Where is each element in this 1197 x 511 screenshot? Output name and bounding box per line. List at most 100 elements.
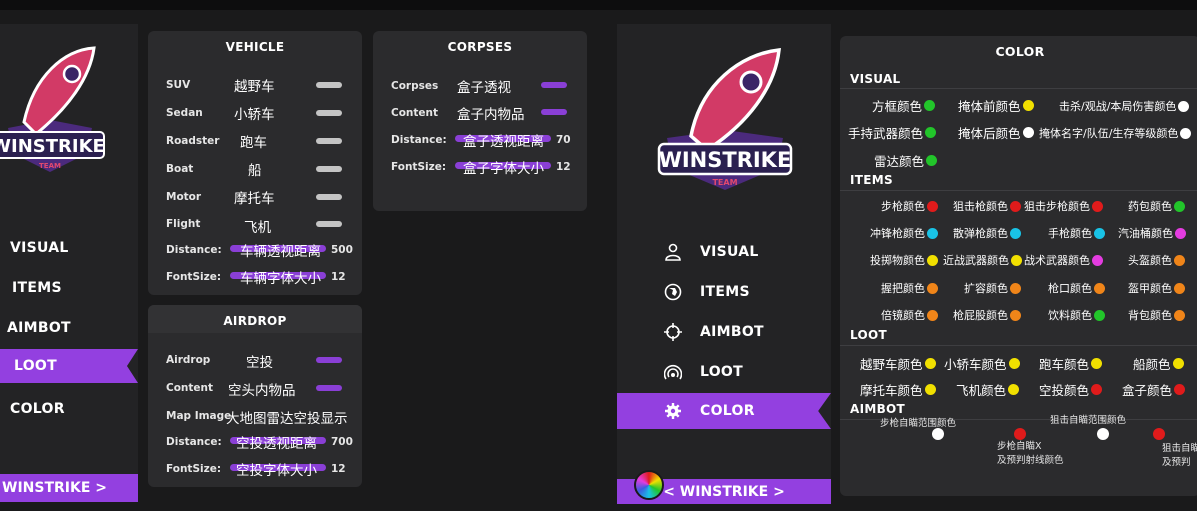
items-color-item[interactable]: 头盔颜色	[1128, 252, 1185, 268]
items-section-title: ITEMS	[850, 173, 893, 187]
sniper-range-color-dot[interactable]	[1097, 428, 1109, 440]
color-dot[interactable]	[927, 282, 938, 294]
rifle-range-color-dot[interactable]	[932, 428, 944, 440]
airdrop-toggle[interactable]	[316, 357, 342, 363]
color-dot[interactable]	[925, 127, 937, 138]
items-color-item[interactable]: 狙击步枪颜色	[1024, 198, 1103, 214]
items-color-item[interactable]: 战术武器颜色	[1024, 252, 1103, 268]
items-color-item[interactable]: 手枪颜色	[1048, 225, 1105, 241]
left-nav-aimbot[interactable]: AIMBOT	[7, 318, 71, 338]
color-dot[interactable]	[924, 358, 936, 369]
color-dot[interactable]	[926, 155, 938, 166]
right-nav-aimbot[interactable]: AIMBOT	[662, 320, 764, 344]
loot-color-item[interactable]: 摩托车颜色	[860, 380, 936, 399]
color-dot[interactable]	[1011, 254, 1022, 266]
corpses-content-toggle[interactable]	[541, 109, 567, 115]
visual-color-item[interactable]: 击杀/观战/本局伤害颜色	[1059, 98, 1190, 114]
items-color-item[interactable]: 握把颜色	[881, 280, 938, 296]
items-color-item[interactable]: 近战武器颜色	[943, 252, 1022, 268]
visual-color-item[interactable]: 方框颜色	[872, 96, 936, 115]
items-color-item[interactable]: 散弹枪颜色	[953, 225, 1021, 241]
color-dot[interactable]	[1092, 200, 1103, 212]
color-dot[interactable]	[1094, 227, 1105, 239]
loot-color-item[interactable]: 小轿车颜色	[944, 354, 1020, 373]
vehicle-row-cn: 摩托车	[234, 191, 275, 207]
visual-color-item[interactable]: 掩体前颜色	[958, 96, 1034, 115]
motor-toggle[interactable]	[316, 194, 342, 200]
color-dot[interactable]	[1010, 200, 1021, 212]
corpses-toggle[interactable]	[541, 82, 567, 88]
items-color-item[interactable]: 背包颜色	[1128, 307, 1185, 323]
color-dot[interactable]	[1174, 282, 1185, 294]
color-dot[interactable]	[1174, 200, 1185, 212]
color-dot[interactable]	[927, 254, 938, 266]
airdrop-distance-label: Distance:	[166, 436, 222, 448]
suv-toggle[interactable]	[316, 82, 342, 88]
color-dot[interactable]	[1010, 309, 1021, 321]
visual-color-item[interactable]: 手持武器颜色	[848, 123, 937, 142]
items-color-item[interactable]: 药包颜色	[1128, 198, 1185, 214]
left-nav-loot[interactable]: LOOT	[0, 349, 138, 383]
left-footer-winstrike[interactable]: WINSTRIKE >	[0, 474, 138, 502]
left-nav-color[interactable]: COLOR	[10, 399, 65, 419]
left-nav-visual[interactable]: VISUAL	[10, 238, 69, 258]
color-dot[interactable]	[1010, 282, 1021, 294]
color-dot[interactable]	[1094, 282, 1105, 294]
right-nav-loot[interactable]: LOOT	[662, 360, 743, 384]
color-dot[interactable]	[1174, 384, 1186, 395]
color-dot[interactable]	[1180, 127, 1192, 139]
color-dot[interactable]	[1091, 358, 1103, 369]
color-dot[interactable]	[1174, 309, 1185, 321]
boat-toggle[interactable]	[316, 166, 342, 172]
right-nav-color[interactable]: COLOR	[617, 393, 831, 429]
color-dot[interactable]	[927, 227, 938, 239]
loot-color-item[interactable]: 飞机颜色	[956, 380, 1020, 399]
loot-color-item[interactable]: 跑车颜色	[1039, 354, 1103, 373]
sedan-toggle[interactable]	[316, 110, 342, 116]
visual-color-item[interactable]: 掩体后颜色	[958, 123, 1034, 142]
color-dot[interactable]	[927, 309, 938, 321]
color-dot[interactable]	[927, 200, 938, 212]
items-color-item[interactable]: 冲锋枪颜色	[870, 225, 938, 241]
items-color-item[interactable]: 狙击枪颜色	[953, 198, 1021, 214]
color-dot[interactable]	[1175, 227, 1186, 239]
color-dot[interactable]	[1178, 100, 1190, 112]
corpses-fontsize-cn: 盒子字体大小	[463, 161, 544, 177]
color-dot[interactable]	[1094, 309, 1105, 321]
items-color-item[interactable]: 步枪颜色	[881, 198, 938, 214]
color-dot[interactable]	[1091, 384, 1103, 395]
items-color-item[interactable]: 枪口颜色	[1048, 280, 1105, 296]
visual-color-item[interactable]: 掩体名字/队伍/生存等级颜色	[1039, 125, 1192, 141]
items-color-item[interactable]: 投掷物颜色	[870, 252, 938, 268]
right-nav-items[interactable]: ITEMS	[662, 280, 750, 304]
loot-color-item[interactable]: 越野车颜色	[860, 354, 936, 373]
items-color-item[interactable]: 枪屁股颜色	[953, 307, 1021, 323]
items-color-item[interactable]: 汽油桶颜色	[1118, 225, 1186, 241]
sniper-x-color-dot[interactable]	[1153, 428, 1165, 440]
color-dot[interactable]	[1010, 227, 1021, 239]
items-color-item[interactable]: 扩容颜色	[964, 280, 1021, 296]
items-color-item[interactable]: 盔甲颜色	[1128, 280, 1185, 296]
flight-toggle[interactable]	[316, 221, 342, 227]
loot-color-item[interactable]: 船颜色	[1133, 354, 1184, 373]
color-dot[interactable]	[924, 100, 936, 111]
left-nav-items[interactable]: ITEMS	[12, 278, 62, 298]
color-dot[interactable]	[1022, 100, 1034, 111]
visual-color-item[interactable]: 雷达颜色	[874, 151, 938, 170]
items-color-item[interactable]: 饮料颜色	[1048, 307, 1105, 323]
airdrop-content-toggle[interactable]	[316, 385, 342, 391]
color-wheel-icon[interactable]	[634, 470, 664, 500]
color-dot[interactable]	[924, 384, 936, 395]
color-dot[interactable]	[1174, 254, 1185, 266]
right-nav-visual[interactable]: VISUAL	[662, 240, 759, 264]
items-color-item[interactable]: 倍镜颜色	[881, 307, 938, 323]
roadster-toggle[interactable]	[316, 138, 342, 144]
loot-color-item[interactable]: 盒子颜色	[1122, 380, 1186, 399]
color-dot[interactable]	[1008, 358, 1020, 369]
color-dot[interactable]	[1172, 358, 1184, 369]
color-dot[interactable]	[1008, 384, 1020, 395]
color-dot[interactable]	[1092, 254, 1103, 266]
airdrop-mapimage-cn[interactable]: 大地图雷达空投显示	[226, 407, 348, 427]
color-dot[interactable]	[1022, 127, 1034, 138]
loot-color-item[interactable]: 空投颜色	[1039, 380, 1103, 399]
